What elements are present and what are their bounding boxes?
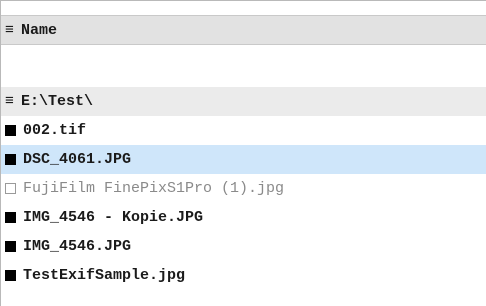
file-marker-empty-icon bbox=[5, 183, 16, 194]
name-column-label: Name bbox=[21, 21, 58, 39]
file-name-label: FujiFilm FinePixS1Pro (1).jpg bbox=[23, 180, 285, 197]
file-list-panel: ≡ Name ≡ E:\Test\ 002.tif DSC_4061.JPG Fuj… bbox=[0, 0, 486, 306]
file-marker-filled-icon bbox=[5, 125, 16, 136]
file-name-label: IMG_4546.JPG bbox=[23, 238, 132, 255]
name-column-header[interactable]: ≡ Name bbox=[1, 15, 486, 45]
folder-group-header[interactable]: ≡ E:\Test\ bbox=[1, 87, 486, 116]
group-menu-icon[interactable]: ≡ bbox=[5, 93, 21, 110]
file-row[interactable]: IMG_4546 - Kopie.JPG bbox=[1, 203, 486, 232]
blank-row bbox=[1, 45, 486, 81]
file-marker-filled-icon bbox=[5, 212, 16, 223]
file-marker-filled-icon bbox=[5, 241, 16, 252]
file-row[interactable]: DSC_4061.JPG bbox=[1, 145, 486, 174]
file-name-label: DSC_4061.JPG bbox=[23, 151, 132, 168]
file-row[interactable]: FujiFilm FinePixS1Pro (1).jpg bbox=[1, 174, 486, 203]
file-marker-filled-icon bbox=[5, 154, 16, 165]
file-rows: 002.tif DSC_4061.JPG FujiFilm FinePixS1Pro… bbox=[1, 116, 486, 290]
file-row[interactable]: 002.tif bbox=[1, 116, 486, 145]
file-name-label: TestExifSample.jpg bbox=[23, 267, 186, 284]
folder-path-label: E:\Test\ bbox=[21, 93, 94, 110]
file-row[interactable]: TestExifSample.jpg bbox=[1, 261, 486, 290]
file-row[interactable]: IMG_4546.JPG bbox=[1, 232, 486, 261]
file-name-label: 002.tif bbox=[23, 122, 87, 139]
column-menu-icon[interactable]: ≡ bbox=[5, 22, 21, 39]
file-name-label: IMG_4546 - Kopie.JPG bbox=[23, 209, 204, 226]
file-marker-filled-icon bbox=[5, 270, 16, 281]
